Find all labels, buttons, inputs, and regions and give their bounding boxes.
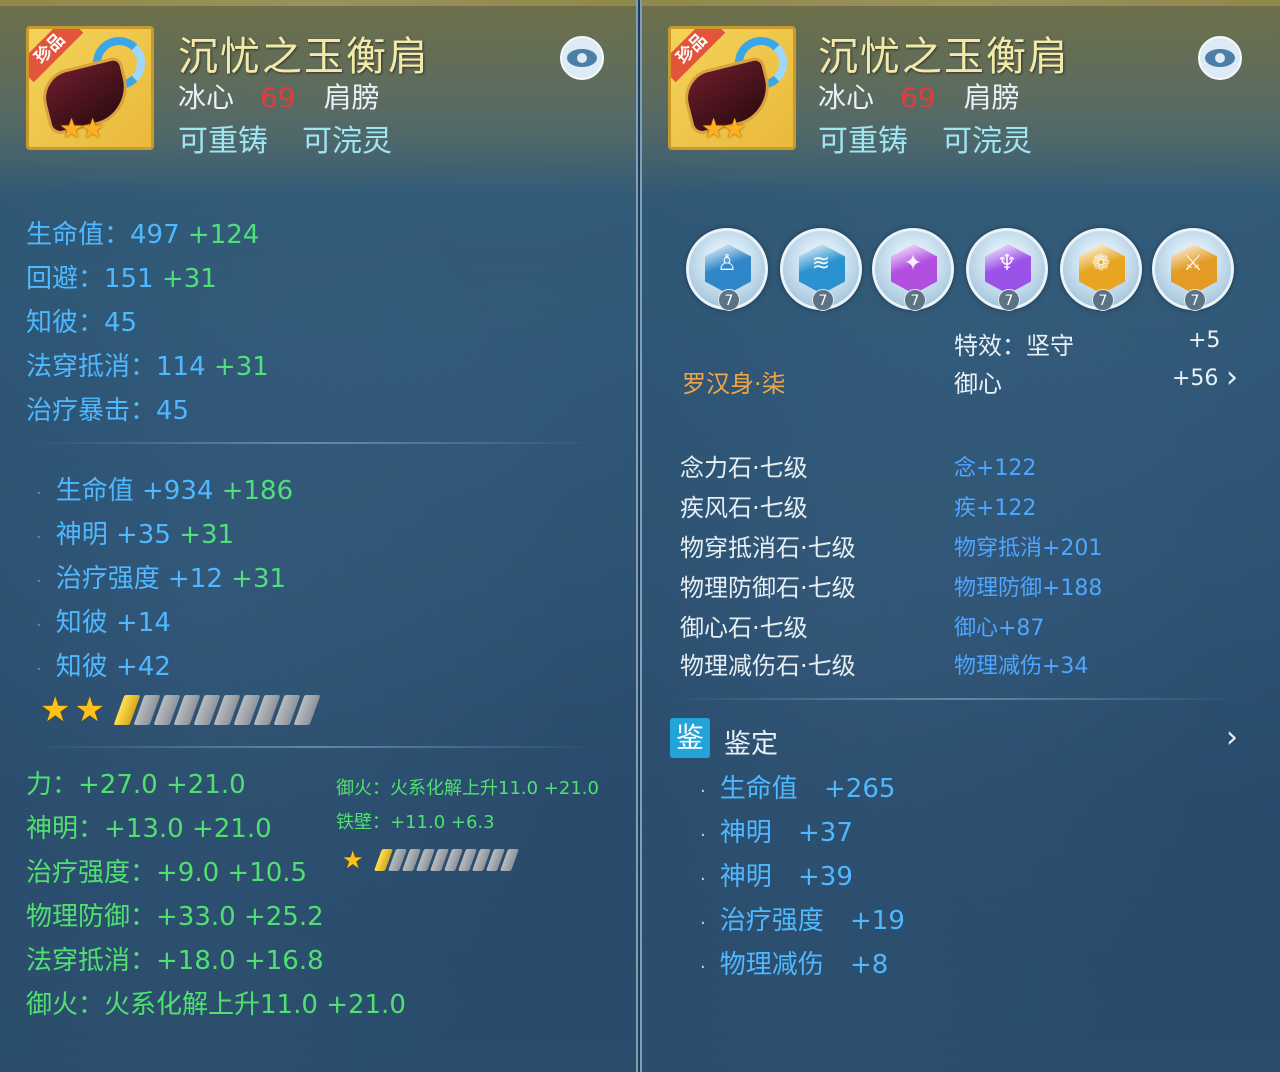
appraise-row: · 物理减伤 +8 xyxy=(700,950,889,980)
gem-level-badge: 7 xyxy=(1184,289,1206,311)
extra-stat-row: · 神明 +35 +31 xyxy=(36,520,235,550)
base-stat-row: 法穿抵消：114 +31 xyxy=(26,352,269,382)
set-effect-value: +56 xyxy=(1172,366,1219,391)
item-slot: 肩膀 xyxy=(323,81,380,114)
green-stat-row: 物理防御：+33.0 +25.2 xyxy=(26,902,324,932)
gem-effect-row: 疾风石·七级 xyxy=(680,494,808,522)
gem-violet-icon[interactable]: ♆ 7 xyxy=(966,228,1048,311)
section-divider xyxy=(30,746,600,748)
appraise-row: · 神明 +37 xyxy=(700,818,853,848)
star-icon: ★ xyxy=(40,690,71,730)
item-name: 沉忧之玉衡肩 xyxy=(178,34,430,80)
base-stat-row: 生命值：497 +124 xyxy=(26,220,260,250)
appraise-icon: 鉴 xyxy=(670,718,710,758)
green-stat-row: 法穿抵消：+18.0 +16.8 xyxy=(26,946,324,976)
gem-gold-sword-icon[interactable]: ⚔ 7 xyxy=(1152,228,1234,311)
sub-card-line: 御火：火系化解上升11.0 +21.0 xyxy=(336,778,599,799)
left-equipment-panel: ★★ 珍品 沉忧之玉衡肩 冰心 69 肩膀 可重铸 可浣灵 生命值：497 +124 … xyxy=(0,0,638,1072)
gem-level-badge: 7 xyxy=(998,289,1020,311)
gem-effect-value: 物穿抵消+201 xyxy=(954,536,1103,561)
gem-effect-value: 念+122 xyxy=(954,456,1037,481)
item-tags: 可重铸 可浣灵 xyxy=(818,116,1032,160)
eye-icon xyxy=(1205,49,1235,67)
enhance-bars xyxy=(373,849,519,871)
item-school: 冰心 xyxy=(818,81,875,114)
gem-level-badge: 7 xyxy=(812,289,834,311)
enhance-progress: ★ ★ xyxy=(40,690,321,730)
base-stat-row: 治疗暴击：45 xyxy=(26,396,190,426)
gem-level-badge: 7 xyxy=(1092,289,1114,311)
extra-stat-row: · 治疗强度 +12 +31 xyxy=(36,564,287,594)
set-effect-row: 特效：坚守 xyxy=(954,332,1074,360)
item-meta: 冰心 69 肩膀 xyxy=(818,76,1020,116)
item-name: 沉忧之玉衡肩 xyxy=(818,34,1070,80)
gem-effect-row: 物理防御石·七级 xyxy=(680,574,856,602)
green-stat-row: 御火：火系化解上升11.0 +21.0 xyxy=(26,990,406,1020)
gem-purple-icon[interactable]: ✦ 7 xyxy=(872,228,954,311)
extra-stat-row: · 知彼 +14 xyxy=(36,608,171,638)
star-icon: ★ xyxy=(342,846,364,874)
appraise-row: · 神明 +39 xyxy=(700,862,853,892)
gem-effect-row: 念力石·七级 xyxy=(680,454,808,482)
shoulder-item-icon[interactable]: ★★ 珍品 xyxy=(26,26,154,150)
appraise-row: · 治疗强度 +19 xyxy=(700,906,905,936)
set-effect-value: +5 xyxy=(1188,328,1221,353)
preview-eye-button[interactable] xyxy=(1198,36,1242,80)
item-tags: 可重铸 可浣灵 xyxy=(178,116,392,160)
sub-card-line: 铁壁：+11.0 +6.3 xyxy=(336,812,495,833)
enhance-bars xyxy=(113,695,321,725)
base-stat-row: 知彼：45 xyxy=(26,308,138,338)
preview-eye-button[interactable] xyxy=(560,36,604,80)
gem-blue-wind-icon[interactable]: ≋ 7 xyxy=(780,228,862,311)
tag-infuse: 可浣灵 xyxy=(302,124,392,159)
gem-effect-value: 御心+87 xyxy=(954,616,1045,641)
set-name: 罗汉身·柒 xyxy=(682,370,786,398)
section-divider xyxy=(30,442,600,444)
shoulder-item-icon[interactable]: ★★ 珍品 xyxy=(668,26,796,150)
chevron-right-icon[interactable]: › xyxy=(1226,360,1238,395)
right-equipment-panel: ★★ 珍品 沉忧之玉衡肩 冰心 69 肩膀 可重铸 可浣灵 ♙ 7 ≋ 7 ✦ 7 ♆ 7 ❁ 7 ⚔ 7 … xyxy=(640,0,1280,1072)
item-meta: 冰心 69 肩膀 xyxy=(178,76,380,116)
tag-reforge: 可重铸 xyxy=(178,124,268,159)
eye-icon xyxy=(567,49,597,67)
gem-effect-row: 物穿抵消石·七级 xyxy=(680,534,856,562)
item-level: 69 xyxy=(900,81,936,114)
green-stat-row: 治疗强度：+9.0 +10.5 xyxy=(26,858,308,888)
gem-gold-icon[interactable]: ❁ 7 xyxy=(1060,228,1142,311)
gem-effect-value: 物理防御+188 xyxy=(954,576,1103,601)
gem-level-badge: 7 xyxy=(904,289,926,311)
gem-level-badge: 7 xyxy=(718,289,740,311)
item-school: 冰心 xyxy=(178,81,235,114)
tag-infuse: 可浣灵 xyxy=(942,124,1032,159)
item-level: 69 xyxy=(260,81,296,114)
item-stars-icon: ★★ xyxy=(701,112,747,145)
green-stat-row: 神明：+13.0 +21.0 xyxy=(26,814,272,844)
item-slot: 肩膀 xyxy=(963,81,1020,114)
green-stat-row: 力：+27.0 +21.0 xyxy=(26,770,246,800)
gem-effect-row: 物理减伤石·七级 xyxy=(680,652,856,680)
gem-blue-figure-icon[interactable]: ♙ 7 xyxy=(686,228,768,311)
sub-card-progress: ★ xyxy=(342,846,519,874)
set-effect-row: 御心 xyxy=(954,370,1002,398)
extra-stat-row: · 知彼 +42 xyxy=(36,652,171,682)
secondary-item-card: 御火：火系化解上升11.0 +21.0 铁壁：+11.0 +6.3 ★ xyxy=(330,770,630,880)
chevron-right-icon[interactable]: › xyxy=(1226,720,1238,755)
appraise-row: · 生命值 +265 xyxy=(700,774,896,804)
gem-effect-row: 御心石·七级 xyxy=(680,614,808,642)
gem-effect-value: 物理减伤+34 xyxy=(954,654,1089,679)
gem-effect-value: 疾+122 xyxy=(954,496,1037,521)
extra-stat-row: · 生命值 +934 +186 xyxy=(36,476,294,506)
base-stat-row: 回避：151 +31 xyxy=(26,264,217,294)
star-icon: ★ xyxy=(74,690,105,730)
item-stars-icon: ★★ xyxy=(59,112,105,145)
appraise-title: 鉴定 xyxy=(724,729,778,760)
tag-reforge: 可重铸 xyxy=(818,124,908,159)
section-divider xyxy=(672,698,1242,700)
